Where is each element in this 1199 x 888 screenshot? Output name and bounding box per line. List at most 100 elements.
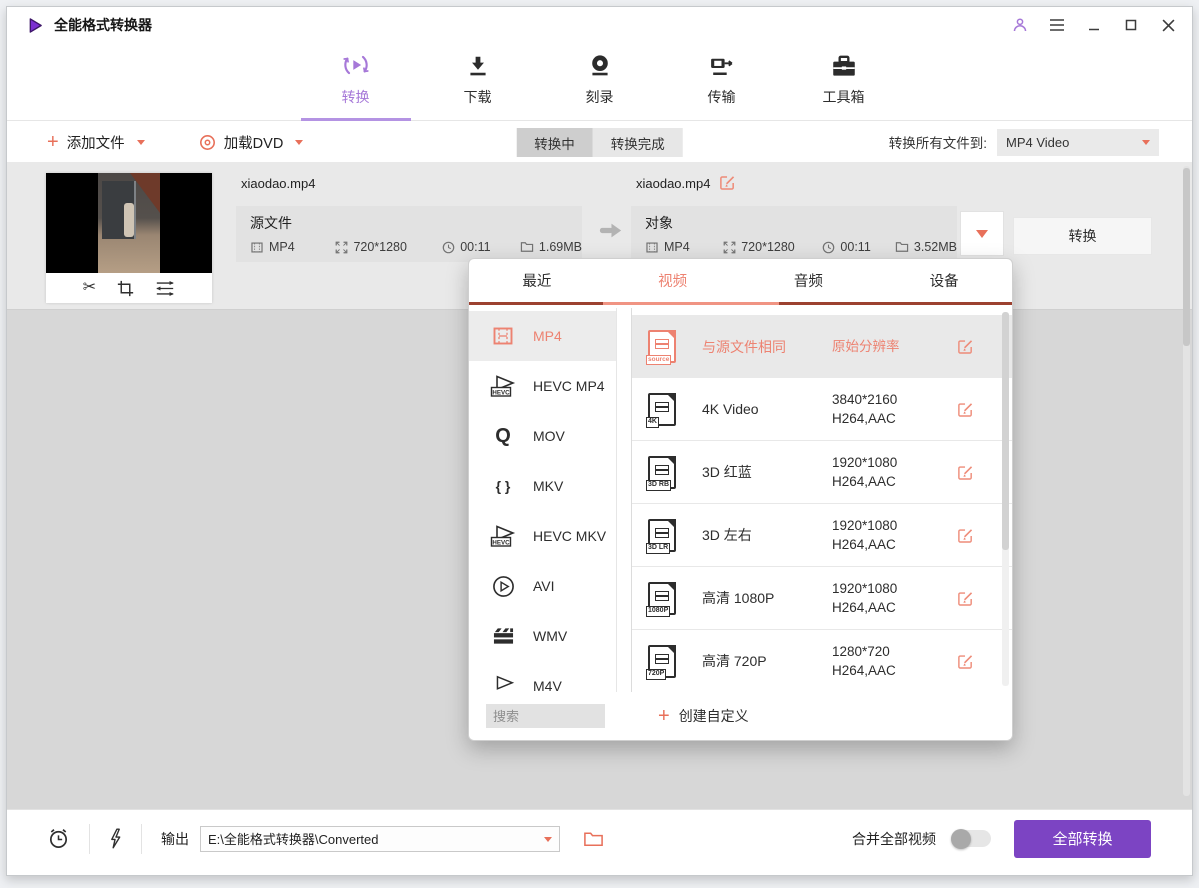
- format-item-hevc-mp4[interactable]: HEVC HEVC MP4: [469, 361, 616, 411]
- minimize-icon[interactable]: [1084, 15, 1104, 35]
- search-input[interactable]: [486, 704, 605, 728]
- format-item-mkv[interactable]: { } MKV: [469, 461, 616, 511]
- chevron-down-icon[interactable]: [137, 140, 145, 145]
- preset-hd-720p[interactable]: 720P 高清 720P 1280*720 H264,AAC: [632, 630, 1012, 692]
- source-panel-title: 源文件: [250, 213, 582, 233]
- video-file-icon: 3D LR: [648, 519, 676, 552]
- main-nav: 转换 下载 刻录 传输: [7, 43, 1192, 121]
- create-custom-button[interactable]: + 创建自定义: [658, 706, 749, 726]
- global-format-value: MP4 Video: [1006, 135, 1138, 150]
- account-icon[interactable]: [1010, 15, 1030, 35]
- video-thumbnail[interactable]: [46, 173, 212, 273]
- edit-preset-icon[interactable]: [957, 653, 974, 670]
- toggle-knob[interactable]: [951, 829, 971, 849]
- transfer-icon: [708, 50, 735, 80]
- divider: [89, 824, 90, 854]
- schedule-alarm-icon[interactable]: [47, 827, 70, 850]
- nav-tab-burn[interactable]: 刻录: [561, 43, 639, 120]
- preset-scrollbar-thumb[interactable]: [1002, 312, 1009, 550]
- video-file-icon: 720P: [648, 645, 676, 678]
- popup-tab-recent[interactable]: 最近: [469, 259, 605, 302]
- source-info-panel: 源文件 MP4 720*1280 00:11: [236, 206, 582, 262]
- svg-text:HEVC: HEVC: [492, 539, 510, 546]
- global-format-select[interactable]: MP4 Video: [997, 129, 1159, 156]
- preset-3d-red-blue[interactable]: 3D RB 3D 红蓝 1920*1080 H264,AAC: [632, 441, 1012, 504]
- tab-finished[interactable]: 转换完成: [593, 128, 683, 157]
- divider: [141, 824, 142, 854]
- video-thumbnail-card: ✂: [46, 173, 212, 303]
- quicktime-icon: Q: [490, 425, 516, 448]
- nav-tab-toolbox[interactable]: 工具箱: [805, 43, 883, 120]
- hevc-play-icon: HEVC: [490, 525, 516, 548]
- edit-preset-icon[interactable]: [957, 527, 974, 544]
- resize-icon: [335, 241, 348, 254]
- clock-icon: [442, 241, 455, 254]
- bottom-bar: 输出 合并全部视频 全部转换: [7, 809, 1192, 875]
- format-item-hevc-mkv[interactable]: HEVC HEVC MKV: [469, 511, 616, 561]
- nav-tab-convert[interactable]: 转换: [317, 43, 395, 120]
- maximize-icon[interactable]: [1121, 15, 1141, 35]
- source-resolution: 720*1280: [335, 240, 442, 254]
- edit-preset-icon[interactable]: [957, 464, 974, 481]
- rename-edit-icon[interactable]: [719, 174, 736, 191]
- format-item-avi[interactable]: AVI: [469, 561, 616, 611]
- popup-tab-audio[interactable]: 音频: [741, 259, 877, 302]
- sidebar-divider: [616, 308, 632, 692]
- format-item-mp4[interactable]: MP4: [469, 311, 616, 361]
- edit-preset-icon[interactable]: [957, 338, 974, 355]
- format-sidebar: MP4 HEVC HEVC MP4 Q MOV { } MKV: [469, 308, 616, 692]
- load-dvd-label: 加载DVD: [224, 132, 284, 153]
- app-window: 全能格式转换器: [6, 6, 1193, 876]
- tab-converting[interactable]: 转换中: [516, 128, 593, 157]
- nav-label-burn: 刻录: [586, 87, 614, 107]
- hevc-play-icon: HEVC: [490, 375, 516, 398]
- chevron-down-icon[interactable]: [295, 140, 303, 145]
- burn-disc-icon: [587, 50, 613, 80]
- popup-footer: + 创建自定义: [469, 692, 1012, 740]
- edit-preset-icon[interactable]: [957, 401, 974, 418]
- menu-icon[interactable]: [1047, 15, 1067, 35]
- output-path-input[interactable]: [200, 826, 560, 852]
- status-tabs: 转换中 转换完成: [516, 128, 683, 157]
- content-scrollbar[interactable]: [1183, 166, 1190, 796]
- film-icon: [250, 241, 264, 254]
- dvd-disc-icon: [199, 134, 216, 151]
- app-title: 全能格式转换器: [54, 15, 152, 35]
- preset-scrollbar[interactable]: [1002, 312, 1009, 686]
- nav-tab-transfer[interactable]: 传输: [683, 43, 761, 120]
- preset-3d-left-right[interactable]: 3D LR 3D 左右 1920*1080 H264,AAC: [632, 504, 1012, 567]
- crop-icon[interactable]: [117, 280, 134, 297]
- high-speed-bolt-icon[interactable]: [109, 828, 122, 849]
- target-duration: 00:11: [822, 240, 894, 254]
- convert-all-button[interactable]: 全部转换: [1014, 820, 1151, 858]
- format-item-wmv[interactable]: WMV: [469, 611, 616, 661]
- content-scrollbar-thumb[interactable]: [1183, 168, 1190, 346]
- preset-4k-video[interactable]: 4K 4K Video 3840*2160 H264,AAC: [632, 378, 1012, 441]
- merge-videos-label: 合并全部视频: [852, 829, 936, 849]
- format-item-mov[interactable]: Q MOV: [469, 411, 616, 461]
- effects-sliders-icon[interactable]: [155, 279, 175, 298]
- target-filename: xiaodao.mp4: [636, 176, 710, 191]
- merge-videos-toggle[interactable]: [951, 830, 991, 847]
- preset-hd-1080p[interactable]: 1080P 高清 1080P 1920*1080 H264,AAC: [632, 567, 1012, 630]
- film-strip-icon: [490, 325, 516, 347]
- convert-button[interactable]: 转换: [1013, 217, 1152, 255]
- preset-same-as-source[interactable]: source 与源文件相同 原始分辨率: [632, 315, 1012, 378]
- popup-tab-device[interactable]: 设备: [876, 259, 1012, 302]
- target-info-panel: 对象 MP4 720*1280 00:11: [631, 206, 957, 262]
- nav-label-transfer: 传输: [708, 87, 736, 107]
- output-path-select[interactable]: [200, 826, 560, 852]
- trim-scissors-icon[interactable]: ✂: [83, 280, 96, 296]
- source-filename: xiaodao.mp4: [241, 176, 315, 191]
- add-file-button[interactable]: + 添加文件: [47, 132, 145, 153]
- target-format-dropdown-button[interactable]: [960, 211, 1004, 256]
- nav-tab-download[interactable]: 下载: [439, 43, 517, 120]
- edit-preset-icon[interactable]: [957, 590, 974, 607]
- load-dvd-button[interactable]: 加载DVD: [199, 132, 304, 153]
- format-item-m4v[interactable]: M4V: [469, 661, 616, 692]
- popup-tab-video[interactable]: 视频: [605, 259, 741, 302]
- open-folder-icon[interactable]: [583, 830, 604, 848]
- play-flag-icon: [490, 675, 516, 692]
- close-icon[interactable]: [1158, 15, 1178, 35]
- format-chooser-popup: 最近 视频 音频 设备 MP4 HEVC HEVC MP4: [468, 258, 1013, 741]
